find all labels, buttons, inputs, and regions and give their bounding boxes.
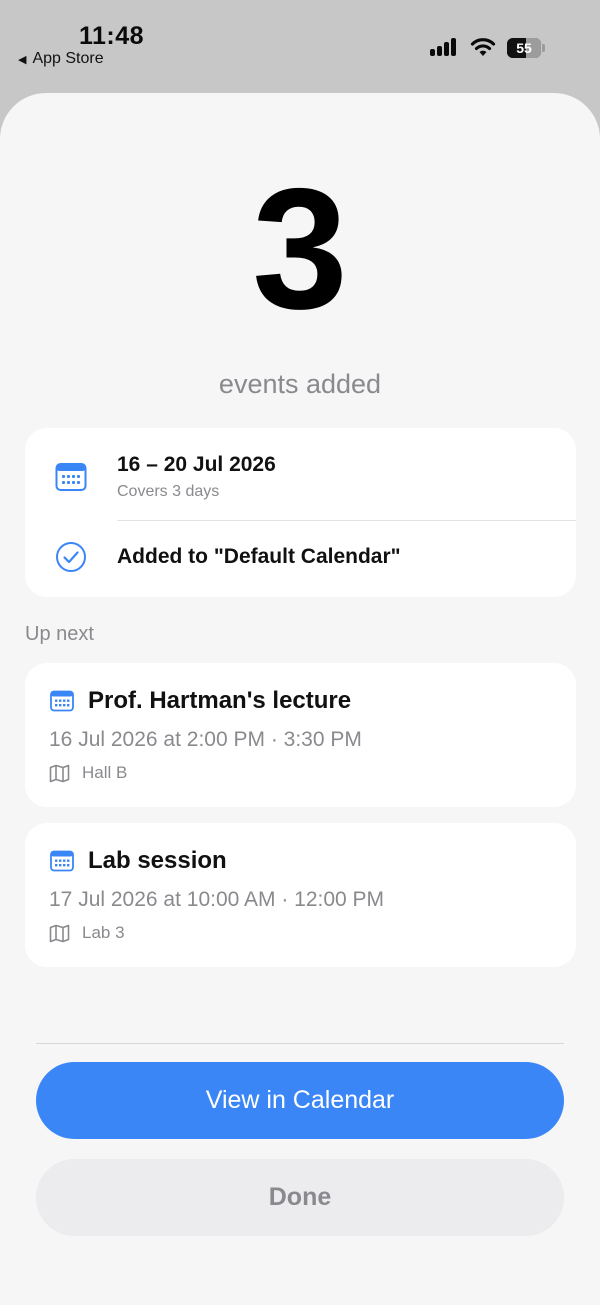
up-next-label: Up next	[25, 623, 94, 645]
status-time: 11:48	[79, 22, 145, 50]
calendar-icon	[55, 463, 87, 491]
event-title: Prof. Hartman's lecture	[88, 687, 352, 714]
event-time: 17 Jul 2026 at 10:00 AM · 12:00 PM	[49, 888, 385, 911]
done-button[interactable]: Done	[36, 1159, 564, 1236]
battery-icon: 55	[507, 38, 545, 58]
actions-divider	[36, 1043, 564, 1044]
event-title: Lab session	[88, 847, 227, 874]
wifi-icon	[470, 38, 496, 56]
checkmark-circle-icon	[56, 542, 86, 572]
cellular-signal-icon	[430, 38, 456, 56]
event-location: Lab 3	[82, 923, 125, 942]
date-range-covers: Covers 3 days	[117, 483, 220, 500]
battery-level: 55	[516, 40, 532, 56]
back-to-app-store-link[interactable]: ◀ App Store	[18, 50, 104, 68]
view-in-calendar-button[interactable]: View in Calendar	[36, 1062, 564, 1139]
confirmation-sheet: 3 events added 16 – 20 Jul 2026 Covers 3…	[0, 93, 600, 1305]
back-arrow-icon: ◀	[18, 53, 27, 66]
events-count: 3	[252, 153, 348, 345]
map-icon	[49, 924, 70, 943]
date-range-row: 16 – 20 Jul 2026 Covers 3 days	[25, 428, 576, 520]
back-link-label: App Store	[32, 50, 104, 67]
event-location: Hall B	[82, 763, 128, 782]
calendar-added-text: Added to "Default Calendar"	[117, 545, 401, 568]
calendar-icon	[50, 850, 74, 872]
calendar-added-row: Added to "Default Calendar"	[25, 521, 576, 597]
events-count-label: events added	[218, 369, 382, 399]
date-range: 16 – 20 Jul 2026	[117, 453, 276, 476]
summary-card: 16 – 20 Jul 2026 Covers 3 days Added to …	[25, 428, 576, 597]
map-icon	[49, 764, 70, 783]
status-bar: 11:48 ◀ App Store 55	[0, 0, 600, 92]
event-time: 16 Jul 2026 at 2:00 PM · 3:30 PM	[49, 728, 362, 751]
event-card[interactable]: Lab session 17 Jul 2026 at 10:00 AM · 12…	[25, 823, 576, 967]
event-card[interactable]: Prof. Hartman's lecture 16 Jul 2026 at 2…	[25, 663, 576, 807]
calendar-icon	[50, 690, 74, 712]
